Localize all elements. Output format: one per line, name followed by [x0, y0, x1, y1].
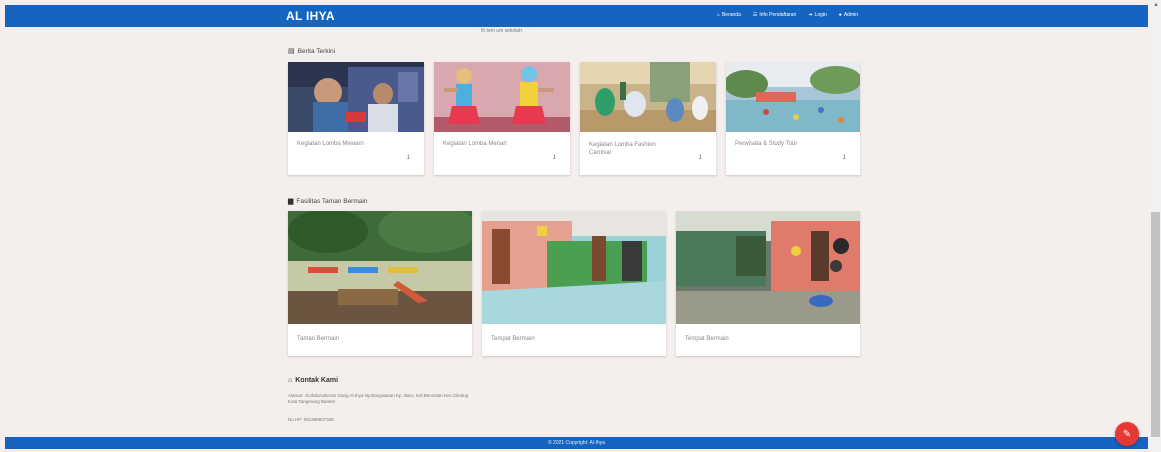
nav-item-beranda[interactable]: ⌂ Beranda — [717, 12, 741, 18]
nav-menu: ⌂ Beranda ☰ Info Pendaftaran ➜ Login ● A… — [717, 12, 858, 18]
contact-phone: No HP: 081289807308 — [288, 417, 334, 422]
news-card[interactable]: Kegiatan Lomba Mewarn 1 — [288, 62, 424, 175]
facility-image[interactable] — [288, 211, 472, 324]
news-count: 1 — [552, 155, 556, 161]
scrolled-partial-text: Ih tem um sekolah — [481, 28, 522, 34]
facility-title: Tempat Bermain — [685, 336, 729, 342]
contact-address: Alamat: Jl.Abdurrahman Gang Al-Ihya Ny.B… — [288, 393, 469, 404]
floating-edit-button[interactable]: ✎ — [1115, 422, 1139, 446]
facility-card[interactable]: Tempat Bermain — [482, 211, 666, 356]
news-image-menari — [434, 62, 570, 132]
contact-title-text: Kontak Kami — [295, 377, 339, 384]
footer-copyright: © 2021 Copyright: Al-Ihya — [547, 440, 606, 446]
section-title-fasilitas: ▆ Fasilitas Taman Bermain — [288, 197, 368, 206]
news-count: 1 — [698, 155, 702, 161]
section-title-text: Berita Terkini — [297, 47, 336, 55]
user-icon: ● — [838, 12, 842, 18]
section-title-berita: ▤ Berita Terkini — [288, 47, 336, 56]
news-count: 1 — [842, 155, 846, 161]
footer: © 2021 Copyright: Al-Ihya — [5, 437, 1148, 449]
pencil-icon: ✎ — [1122, 428, 1132, 440]
news-image-fashion-carnival — [580, 62, 716, 132]
news-card[interactable]: Kegiatan Lomba Fashion Carnival 1 — [580, 62, 716, 175]
section-title-text: Fasilitas Taman Bermain — [296, 197, 368, 205]
news-image[interactable] — [580, 62, 716, 132]
facility-title: Tempat Bermain — [491, 336, 535, 342]
news-image-study-tour — [726, 62, 860, 132]
facility-image-tempat-1 — [482, 211, 666, 324]
facility-card[interactable]: Taman Bermain — [288, 211, 472, 356]
news-card[interactable]: Perwisata & Study Tour 1 — [726, 62, 860, 175]
news-title: Kegiatan Lomba Menari — [443, 141, 507, 147]
nav-item-label: Beranda — [721, 12, 741, 18]
navbar: AL IHYA ⌂ Beranda ☰ Info Pendaftaran ➜ L… — [5, 5, 1148, 27]
news-title: Kegiatan Lomba Fashion Carnival — [589, 142, 656, 156]
building-icon: ▆ — [288, 198, 294, 205]
facility-title: Taman Bermain — [297, 336, 340, 342]
page-scrollbar[interactable]: ▲ — [1150, 0, 1161, 452]
news-image-mewarnai — [288, 62, 424, 132]
nav-item-login[interactable]: ➜ Login — [808, 12, 826, 18]
facility-image[interactable] — [482, 211, 666, 324]
news-title: Kegiatan Lomba Mewarn — [297, 141, 364, 147]
news-image[interactable] — [726, 62, 860, 132]
facility-image-taman — [288, 211, 472, 324]
news-card[interactable]: Kegiatan Lomba Menari 1 — [434, 62, 570, 175]
nav-item-info-pendaftaran[interactable]: ☰ Info Pendaftaran — [753, 12, 796, 18]
login-icon: ➜ — [808, 12, 813, 18]
news-image[interactable] — [288, 62, 424, 132]
list-icon: ☰ — [752, 12, 758, 18]
nav-item-label: Info Pendaftaran — [759, 12, 797, 18]
brand-logo[interactable]: AL IHYA — [286, 9, 335, 23]
contact-title: ⌂ Kontak Kami — [288, 377, 338, 384]
news-count: 1 — [406, 155, 410, 161]
facility-image-tempat-2 — [676, 211, 860, 324]
scroll-up-arrow-icon[interactable]: ▲ — [1153, 2, 1159, 8]
nav-item-label: Login — [814, 12, 827, 18]
home-icon: ⌂ — [716, 12, 720, 18]
home-icon: ⌂ — [288, 377, 293, 384]
news-image[interactable] — [434, 62, 570, 132]
nav-item-label: Admin — [843, 12, 858, 18]
facility-image[interactable] — [676, 211, 860, 324]
facility-card[interactable]: Tempat Bermain — [676, 211, 860, 356]
nav-item-admin[interactable]: ● Admin — [839, 12, 858, 18]
scrollbar-thumb[interactable] — [1151, 212, 1160, 437]
newspaper-icon: ▤ — [288, 48, 295, 55]
news-title: Perwisata & Study Tour — [735, 141, 798, 147]
